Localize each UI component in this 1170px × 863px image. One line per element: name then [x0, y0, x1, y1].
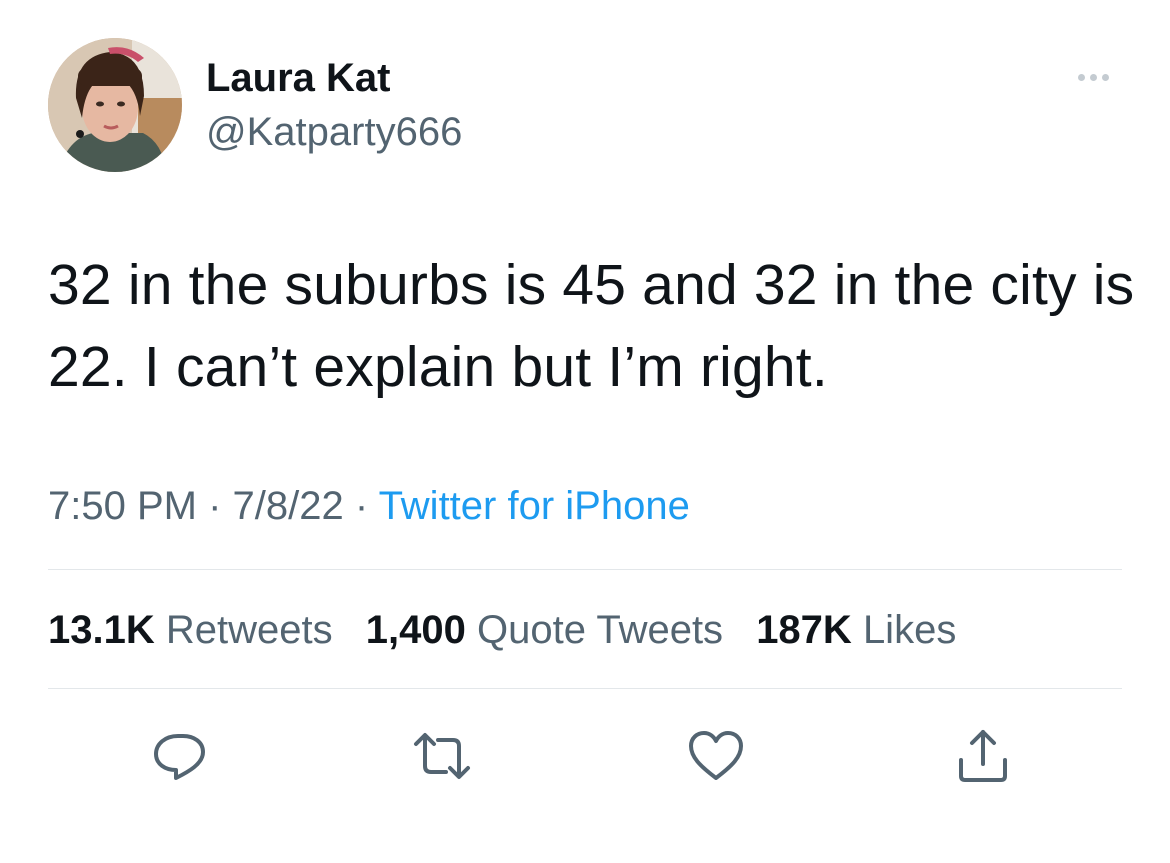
- reply-button[interactable]: [150, 726, 210, 786]
- likes-label: Likes: [862, 608, 957, 652]
- retweet-button[interactable]: [412, 726, 472, 786]
- quote-tweets-label: Quote Tweets: [476, 608, 724, 652]
- retweet-icon: [414, 733, 470, 779]
- tweet-source-link[interactable]: Twitter for iPhone: [379, 484, 690, 528]
- tweet-date[interactable]: 7/8/22: [233, 484, 344, 528]
- retweets-label: Retweets: [165, 608, 333, 652]
- share-button[interactable]: [953, 726, 1013, 786]
- reply-icon: [154, 734, 205, 780]
- retweets-count: 13.1K: [48, 608, 155, 652]
- divider: [48, 688, 1122, 689]
- more-dots-icon: [1077, 73, 1085, 81]
- avatar[interactable]: [48, 38, 182, 172]
- more-dots-icon: [1089, 73, 1097, 81]
- author-handle[interactable]: @Katparty666: [206, 108, 462, 156]
- retweets-stat[interactable]: 13.1K Retweets: [48, 608, 333, 652]
- like-button[interactable]: [686, 726, 746, 786]
- meta-separator: ·: [196, 484, 233, 528]
- tweet-text: 32 in the suburbs is 45 and 32 in the ci…: [48, 253, 1135, 399]
- tweet-time[interactable]: 7:50 PM: [48, 484, 197, 528]
- tweet-card: Laura Kat @Katparty666 32 in the suburbs…: [0, 0, 1170, 863]
- author-name[interactable]: Laura Kat: [206, 54, 391, 102]
- likes-count: 187K: [756, 608, 852, 652]
- quote-tweets-stat[interactable]: 1,400 Quote Tweets: [366, 608, 723, 652]
- tweet-stats: 13.1K Retweets 1,400 Quote Tweets 187K L…: [48, 604, 978, 656]
- tweet-meta: 7:50 PM · 7/8/22 · Twitter for iPhone: [48, 480, 690, 532]
- likes-stat[interactable]: 187K Likes: [756, 608, 956, 652]
- heart-icon: [689, 731, 743, 780]
- more-options-button[interactable]: [1068, 64, 1118, 90]
- more-dots-icon: [1101, 73, 1109, 81]
- meta-separator: ·: [343, 484, 379, 528]
- quote-tweets-count: 1,400: [365, 608, 466, 652]
- divider: [48, 569, 1122, 570]
- share-icon: [959, 730, 1007, 782]
- avatar-image: [48, 38, 182, 172]
